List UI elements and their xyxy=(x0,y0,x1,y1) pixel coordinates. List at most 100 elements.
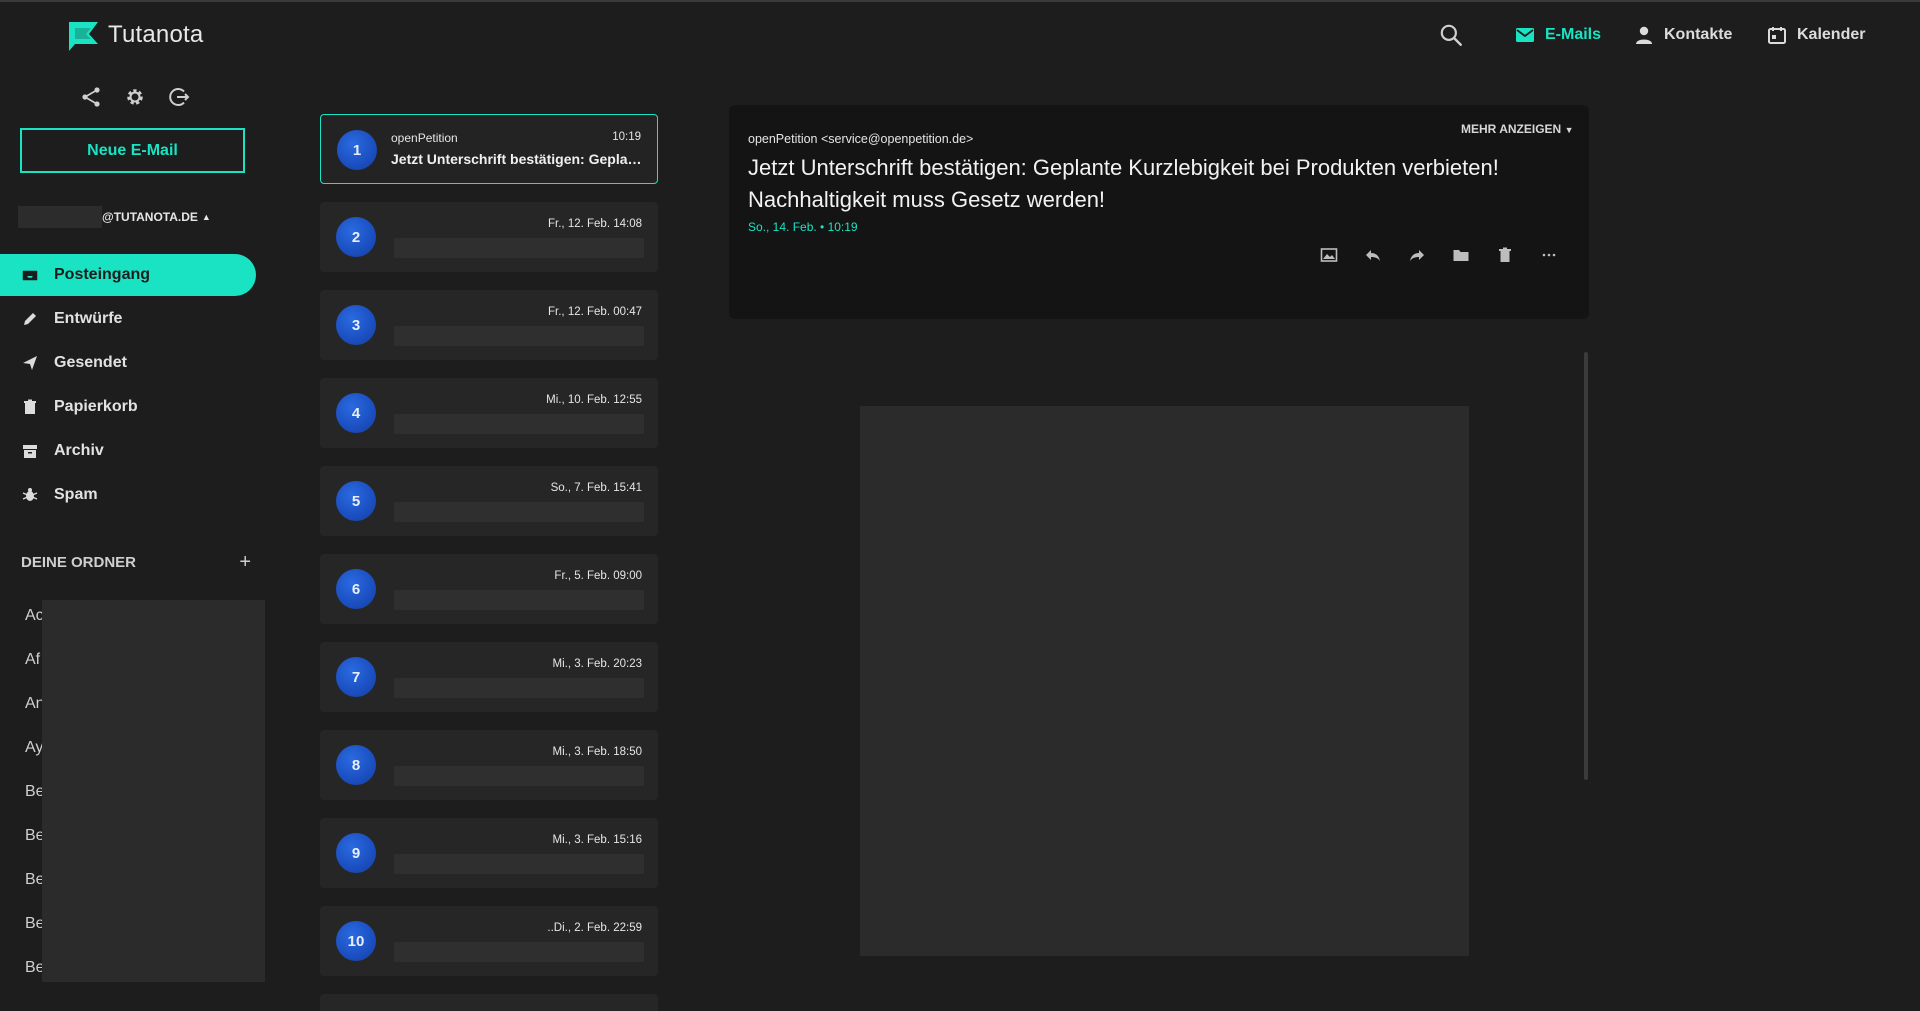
mail-list-item[interactable]: 1 openPetition 10:19 Jetzt Unterschrift … xyxy=(320,114,658,184)
redacted-mail-preview xyxy=(394,414,644,434)
show-more-label: MEHR ANZEIGEN xyxy=(1461,122,1562,136)
folder-sent-label: Gesendet xyxy=(54,354,127,371)
redacted-mail-preview xyxy=(394,502,644,522)
folder-drafts-label: Entwürfe xyxy=(54,310,123,327)
trash-icon xyxy=(24,399,36,414)
avatar: 3 xyxy=(336,305,376,345)
redacted-mail-preview xyxy=(394,590,644,610)
caret-down-icon: ▲ xyxy=(201,212,211,222)
redacted-mail-body xyxy=(860,406,1469,956)
mail-time: Mi., 3. Feb. 15:16 xyxy=(552,834,643,846)
nav-contacts-label: Kontakte xyxy=(1664,26,1733,43)
mail-time: So., 7. Feb. 15:41 xyxy=(550,482,642,494)
avatar: 6 xyxy=(336,569,376,609)
mail-list-item[interactable]: 4 Mi., 10. Feb. 12:55 xyxy=(320,378,658,448)
mail-action-bar xyxy=(1320,246,1558,264)
mail-list-item[interactable]: 2 Fr., 12. Feb. 14:08 xyxy=(320,202,658,272)
redacted-mail-preview xyxy=(394,326,644,346)
redacted-mail-preview xyxy=(394,854,644,874)
mail-time: Fr., 5. Feb. 09:00 xyxy=(554,570,642,582)
mail-time: Fr., 12. Feb. 14:08 xyxy=(548,218,642,230)
mail-list-item[interactable]: 3 Fr., 12. Feb. 00:47 xyxy=(320,290,658,360)
inbox-icon xyxy=(22,270,38,281)
app-name: Tutanota xyxy=(108,21,204,48)
your-folders-header: DEINE ORDNER + xyxy=(21,552,251,572)
mail-time: ..Di., 2. Feb. 22:59 xyxy=(547,922,642,934)
folder-spam[interactable]: Spam xyxy=(0,474,256,516)
mail-list-item[interactable] xyxy=(320,994,658,1011)
mail-time: Mi., 3. Feb. 18:50 xyxy=(552,746,643,758)
mail-list-item[interactable]: 10 ..Di., 2. Feb. 22:59 xyxy=(320,906,658,976)
logout-icon[interactable] xyxy=(168,86,190,108)
redacted-mail-preview xyxy=(394,238,644,258)
forward-icon[interactable] xyxy=(1408,246,1426,264)
reply-icon[interactable] xyxy=(1364,246,1382,264)
avatar: 5 xyxy=(336,481,376,521)
tutanota-logo-icon xyxy=(69,21,98,51)
person-icon xyxy=(1636,26,1652,44)
caret-down-icon: ▼ xyxy=(1564,125,1574,135)
mail-list-item[interactable]: 9 Mi., 3. Feb. 15:16 xyxy=(320,818,658,888)
redacted-account-name xyxy=(18,206,102,228)
mail-sender: openPetition xyxy=(391,131,458,145)
archive-icon xyxy=(23,445,37,458)
folder-archive[interactable]: Archiv xyxy=(0,430,256,472)
nav-emails[interactable]: E-Mails xyxy=(1515,22,1601,48)
folder-inbox-label: Posteingang xyxy=(54,266,151,283)
folder-trash[interactable]: Papierkorb xyxy=(0,386,256,428)
your-folders-label: DEINE ORDNER xyxy=(21,553,137,571)
account-domain: @TUTANOTA.DE xyxy=(102,210,198,224)
mail-time: Mi., 10. Feb. 12:55 xyxy=(546,394,642,406)
folder-icon[interactable] xyxy=(1452,246,1470,264)
folder-list: Posteingang Entwürfe Gesendet Papierkorb… xyxy=(0,254,256,518)
mail-date: So., 14. Feb. • 10:19 xyxy=(748,220,858,234)
redacted-mail-preview xyxy=(394,942,644,962)
more-icon[interactable] xyxy=(1540,246,1558,264)
folder-trash-label: Papierkorb xyxy=(54,398,138,415)
redacted-folder-names xyxy=(42,600,265,982)
mail-time: 10:19 xyxy=(612,131,641,143)
nav-calendar[interactable]: Kalender xyxy=(1767,22,1865,48)
mail-list-item[interactable]: 6 Fr., 5. Feb. 09:00 xyxy=(320,554,658,624)
sidebar-actions xyxy=(80,86,190,108)
avatar: 7 xyxy=(336,657,376,697)
show-more-button[interactable]: MEHR ANZEIGEN ▼ xyxy=(1461,122,1574,136)
app-logo[interactable]: Tutanota xyxy=(67,18,203,52)
nav-contacts[interactable]: Kontakte xyxy=(1634,22,1732,48)
search-icon[interactable] xyxy=(1438,22,1464,48)
redacted-mail-preview xyxy=(394,766,644,786)
mail-time: Fr., 12. Feb. 00:47 xyxy=(548,306,642,318)
avatar: 2 xyxy=(336,217,376,257)
nav-emails-label: E-Mails xyxy=(1545,26,1602,43)
image-icon[interactable] xyxy=(1320,246,1338,264)
avatar: 4 xyxy=(336,393,376,433)
folder-inbox[interactable]: Posteingang xyxy=(0,254,256,296)
folder-archive-label: Archiv xyxy=(54,442,104,459)
mail-list-item[interactable]: 8 Mi., 3. Feb. 18:50 xyxy=(320,730,658,800)
mail-subject-heading: Jetzt Unterschrift bestätigen: Geplante … xyxy=(748,155,1499,212)
calendar-icon xyxy=(1768,27,1786,44)
mail-list-item[interactable]: 5 So., 7. Feb. 15:41 xyxy=(320,466,658,536)
avatar: 8 xyxy=(336,745,376,785)
add-folder-button[interactable]: + xyxy=(239,552,251,572)
avatar: 1 xyxy=(337,130,377,170)
bug-icon xyxy=(22,488,38,501)
redacted-mail-preview xyxy=(394,678,644,698)
new-email-button[interactable]: Neue E-Mail xyxy=(20,128,245,173)
mail-time: Mi., 3. Feb. 20:23 xyxy=(552,658,643,670)
folder-drafts[interactable]: Entwürfe xyxy=(0,298,256,340)
scrollbar[interactable] xyxy=(1584,352,1588,780)
mail-list: 1 openPetition 10:19 Jetzt Unterschrift … xyxy=(320,114,658,1011)
trash-icon[interactable] xyxy=(1496,246,1514,264)
account-selector[interactable]: @TUTANOTA.DE ▲ xyxy=(18,206,211,228)
mail-icon xyxy=(1516,28,1534,42)
gear-icon[interactable] xyxy=(124,86,146,108)
folder-sent[interactable]: Gesendet xyxy=(0,342,256,384)
mail-list-item[interactable]: 7 Mi., 3. Feb. 20:23 xyxy=(320,642,658,712)
folder-spam-label: Spam xyxy=(54,486,98,503)
mail-from: openPetition <service@openpetition.de> xyxy=(748,132,974,146)
share-icon[interactable] xyxy=(80,86,102,108)
send-icon xyxy=(23,356,37,370)
pencil-icon xyxy=(24,313,36,325)
avatar: 9 xyxy=(336,833,376,873)
